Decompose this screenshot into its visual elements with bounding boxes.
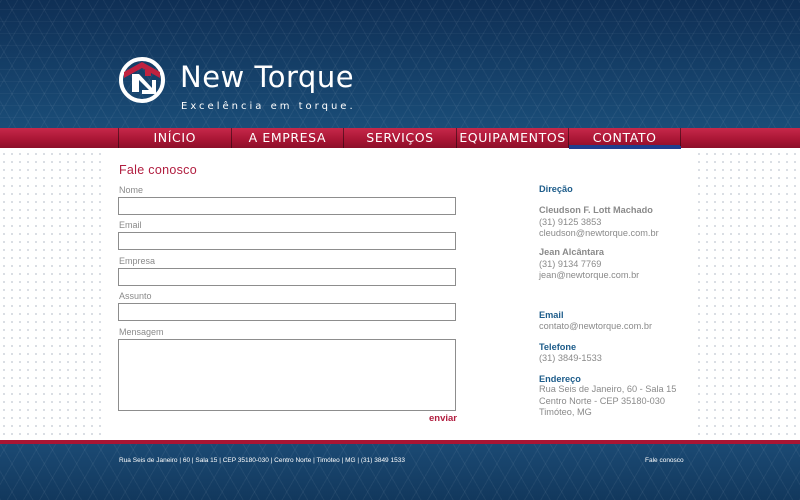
name-input[interactable] xyxy=(118,197,456,215)
new-torque-logo-icon[interactable] xyxy=(118,56,166,104)
contact-person-email[interactable]: cleudson@newtorque.com.br xyxy=(539,228,659,240)
active-tab-indicator xyxy=(569,146,681,149)
email-label: Email xyxy=(119,220,142,230)
site-footer: Rua Seis de Janeiro | 60 | Sala 15 | CEP… xyxy=(0,440,800,500)
email-heading: Email xyxy=(539,310,564,320)
contact-person-name: Cleudson F. Lott Machado xyxy=(539,205,653,215)
send-button[interactable]: enviar xyxy=(429,413,457,424)
address-line: Rua Seis de Janeiro, 60 - Sala 15 xyxy=(539,384,677,394)
address-line: Centro Norte - CEP 35180-030 xyxy=(539,395,665,406)
name-label: Nome xyxy=(119,185,144,195)
brand-name[interactable]: New Torque xyxy=(180,62,354,92)
message-label: Mensagem xyxy=(119,327,164,337)
nav-item-inicio[interactable]: INÍCIO xyxy=(118,128,231,148)
company-address: Rua Seis de Janeiro, 60 - Sala 15 Centro… xyxy=(539,384,676,419)
contact-person-email[interactable]: jean@newtorque.com.br xyxy=(539,270,639,282)
dotted-pattern-left xyxy=(0,150,105,440)
address-line: Timóteo, MG xyxy=(539,407,592,417)
brand-tagline: Excelência em torque. xyxy=(181,101,356,112)
site-header: New Torque Excelência em torque. xyxy=(0,0,800,130)
message-textarea[interactable] xyxy=(118,339,456,411)
nav-item-servicos[interactable]: SERVIÇOS xyxy=(343,128,456,148)
phone-heading: Telefone xyxy=(539,342,577,352)
subject-label: Assunto xyxy=(119,291,152,301)
main-nav: INÍCIO A EMPRESA SERVIÇOS EQUIPAMENTOS C… xyxy=(0,128,800,148)
subject-input[interactable] xyxy=(118,303,456,321)
email-input[interactable] xyxy=(118,232,456,250)
nav-item-equipamentos[interactable]: EQUIPAMENTOS xyxy=(455,128,569,148)
contact-person-phone: (31) 9134 7769 xyxy=(539,258,602,269)
contact-person-2: Jean Alcântara (31) 9134 7769 jean@newto… xyxy=(539,247,639,282)
company-label: Empresa xyxy=(119,256,156,266)
company-email[interactable]: contato@newtorque.com.br xyxy=(539,321,652,333)
contact-person-name: Jean Alcântara xyxy=(539,247,605,257)
nav-item-contato[interactable]: CONTATO xyxy=(568,128,681,148)
management-heading: Direção xyxy=(539,184,573,194)
footer-address: Rua Seis de Janeiro | 60 | Sala 15 | CEP… xyxy=(119,457,405,464)
contact-person-phone: (31) 9125 3853 xyxy=(539,216,602,227)
page-title: Fale conosco xyxy=(119,163,197,177)
company-input[interactable] xyxy=(118,268,456,286)
contact-person-1: Cleudson F. Lott Machado (31) 9125 3853 … xyxy=(539,205,659,240)
company-phone: (31) 3849-1533 xyxy=(539,353,602,363)
dotted-pattern-right xyxy=(695,150,800,440)
footer-contact-link[interactable]: Fale conosco xyxy=(645,457,684,464)
nav-item-a-empresa[interactable]: A EMPRESA xyxy=(230,128,344,148)
